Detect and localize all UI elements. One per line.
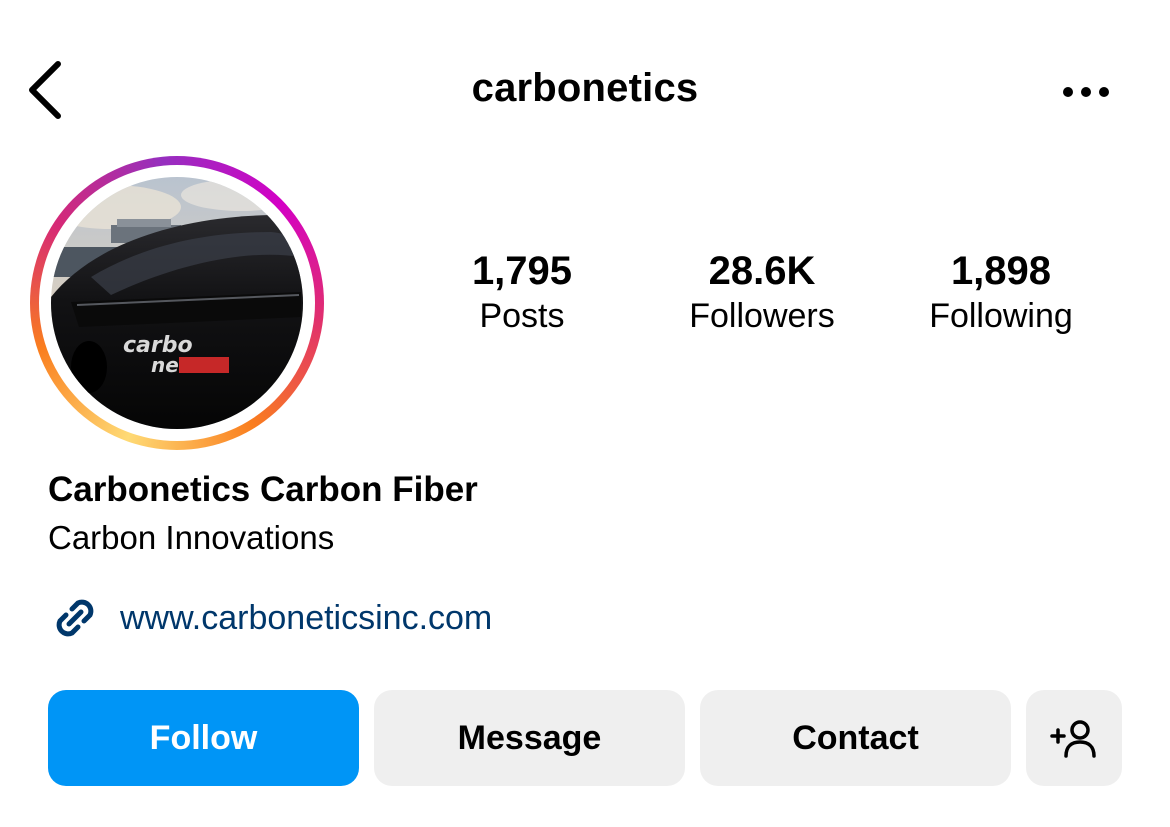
avatar-image: carbo ne — [51, 177, 303, 429]
more-options-button[interactable] — [1054, 74, 1118, 110]
avatar-story-ring[interactable]: carbo ne — [30, 156, 324, 450]
link-icon — [56, 599, 94, 637]
stat-following[interactable]: 1,898 Following — [891, 246, 1111, 336]
avatar: carbo ne — [51, 177, 303, 429]
add-user-button[interactable] — [1026, 690, 1122, 786]
stat-label: Posts — [479, 297, 565, 335]
message-button[interactable]: Message — [374, 690, 685, 786]
stat-value: 1,795 — [471, 249, 573, 293]
svg-text:ne: ne — [151, 353, 179, 377]
contact-button[interactable]: Contact — [700, 690, 1011, 786]
display-name: Carbonetics Carbon Fiber — [48, 470, 478, 509]
stat-label: Following — [929, 297, 1073, 335]
stat-followers[interactable]: 28.6K Followers — [652, 246, 872, 336]
follow-button[interactable]: Follow — [48, 690, 359, 786]
website-link[interactable]: www.carboneticsinc.com — [48, 590, 492, 646]
website-text: www.carboneticsinc.com — [120, 598, 493, 637]
stat-posts[interactable]: 1,795 Posts — [412, 246, 632, 336]
profile-category: Carbon Innovations — [48, 519, 335, 556]
more-horizontal-icon — [1063, 87, 1109, 97]
add-user-icon — [1050, 720, 1096, 758]
stat-label: Followers — [689, 297, 835, 335]
page-title: carbonetics — [471, 66, 699, 110]
stat-value: 1,898 — [950, 249, 1052, 293]
stat-value: 28.6K — [708, 249, 816, 293]
